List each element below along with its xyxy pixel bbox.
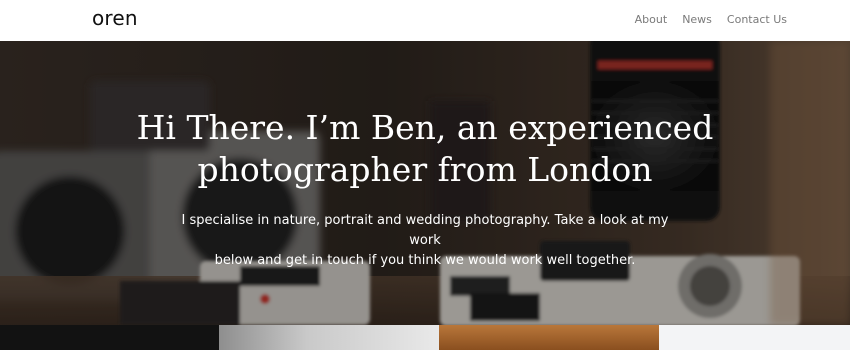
hero-subtitle-line-2: below and get in touch if you think we w… (214, 253, 636, 268)
gallery-tile-2[interactable] (219, 325, 439, 350)
page: oren About News Contact Us Hi There. I’m… (0, 0, 850, 350)
hero-subtitle-line-1: I specialise in nature, portrait and wed… (181, 213, 669, 248)
nav-link-about[interactable]: About (635, 13, 668, 26)
main-nav: About News Contact Us (635, 13, 787, 26)
site-logo[interactable]: oren (92, 6, 138, 30)
gallery-tile-3[interactable] (439, 325, 659, 350)
site-header: oren About News Contact Us (0, 0, 850, 41)
nav-link-contact-us[interactable]: Contact Us (727, 13, 787, 26)
hero-subtitle: I specialise in nature, portrait and wed… (175, 211, 675, 271)
gallery-tile-4[interactable] (659, 325, 850, 350)
hero-section: Hi There. I’m Ben, an experienced photog… (0, 41, 850, 325)
hero-heading: Hi There. I’m Ben, an experienced photog… (0, 107, 850, 191)
gallery-tile-1[interactable] (0, 325, 219, 350)
gallery-strip (0, 325, 850, 350)
nav-link-news[interactable]: News (682, 13, 712, 26)
hero-heading-line-2: photographer from London (197, 150, 653, 189)
hero-heading-line-1: Hi There. I’m Ben, an experienced (136, 108, 714, 147)
